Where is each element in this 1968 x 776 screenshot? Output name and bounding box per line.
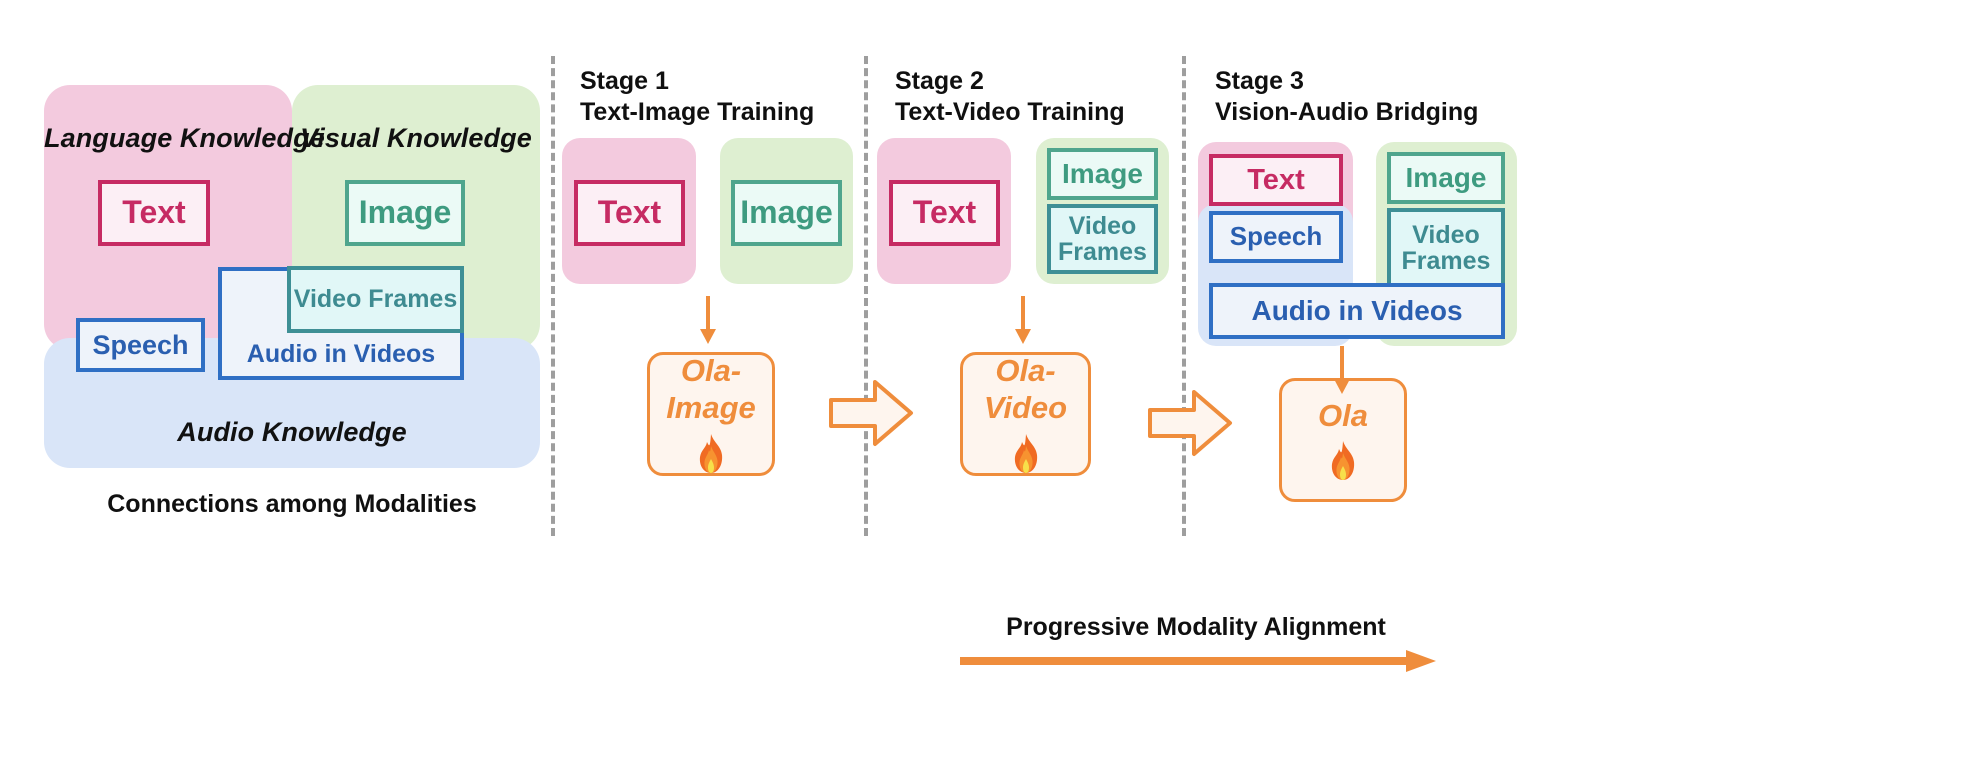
stage-2-heading: Stage 2 Text-Video Training bbox=[895, 66, 1125, 127]
stage-1-chip-text: Text bbox=[574, 180, 685, 246]
stage-1-heading: Stage 1 Text-Image Training bbox=[580, 66, 814, 127]
left-chip-text: Text bbox=[98, 180, 210, 246]
stage-2-group: Stage 2 Text-Video Training Text Image V… bbox=[864, 0, 1182, 680]
progressive-alignment-arrow bbox=[958, 650, 1438, 672]
connections-caption: Connections among Modalities bbox=[107, 490, 477, 518]
stage-2-chip-video-frames: Video Frames bbox=[1047, 204, 1158, 274]
stage-3-down-arrow bbox=[1329, 346, 1355, 396]
flame-icon bbox=[1326, 440, 1360, 482]
stage-3-chip-audio-in-videos: Audio in Videos bbox=[1209, 283, 1505, 339]
stage-1-down-arrow bbox=[695, 296, 721, 346]
stage-2-chip-image: Image bbox=[1047, 148, 1158, 200]
audio-knowledge-title: Audio Knowledge bbox=[177, 417, 407, 447]
stage-3-chip-speech: Speech bbox=[1209, 211, 1343, 263]
stage-1-model-name: Ola- Image bbox=[666, 353, 756, 425]
stage-3-chip-text: Text bbox=[1209, 154, 1343, 206]
stage-2-model-box: Ola- Video bbox=[960, 352, 1091, 476]
progressive-alignment-caption: Progressive Modality Alignment bbox=[1006, 613, 1386, 641]
stage-2-down-arrow bbox=[1010, 296, 1036, 346]
flame-icon bbox=[694, 433, 728, 475]
stage-3-number: Stage 3 bbox=[1215, 67, 1304, 95]
left-chip-image: Image bbox=[345, 180, 465, 246]
left-chip-video-frames: Video Frames bbox=[287, 266, 464, 333]
stage-3-group: Stage 3 Vision-Audio Bridging Text Speec… bbox=[1182, 0, 1682, 680]
stage-3-chip-image: Image bbox=[1387, 152, 1505, 204]
stage-1-number: Stage 1 bbox=[580, 67, 669, 95]
stage-2-model-name: Ola- Video bbox=[983, 353, 1068, 425]
language-knowledge-title: Language Knowledge bbox=[44, 123, 325, 153]
stage-1-chip-image: Image bbox=[731, 180, 842, 246]
stage-3-heading: Stage 3 Vision-Audio Bridging bbox=[1215, 66, 1478, 127]
stage-1-subtitle: Text-Image Training bbox=[580, 97, 815, 126]
left-chip-speech: Speech bbox=[76, 318, 205, 372]
stage-3-model-name: Ola bbox=[1318, 397, 1368, 433]
stage-2-subtitle: Text-Video Training bbox=[895, 97, 1125, 126]
stage-2-chip-text: Text bbox=[889, 180, 1000, 246]
stage-3-subtitle: Vision-Audio Bridging bbox=[1215, 97, 1479, 126]
stage-2-number: Stage 2 bbox=[895, 67, 984, 95]
stage-3-chip-video-frames: Video Frames bbox=[1387, 208, 1505, 288]
flame-icon bbox=[1009, 433, 1043, 475]
stage-1-model-box: Ola- Image bbox=[647, 352, 775, 476]
visual-knowledge-title: Visual Knowledge bbox=[300, 123, 532, 153]
stage-1-group: Stage 1 Text-Image Training Text Image O… bbox=[551, 0, 864, 680]
diagram-canvas: Language Knowledge Visual Knowledge Audi… bbox=[0, 0, 1968, 776]
stage-3-model-box: Ola bbox=[1279, 378, 1407, 502]
